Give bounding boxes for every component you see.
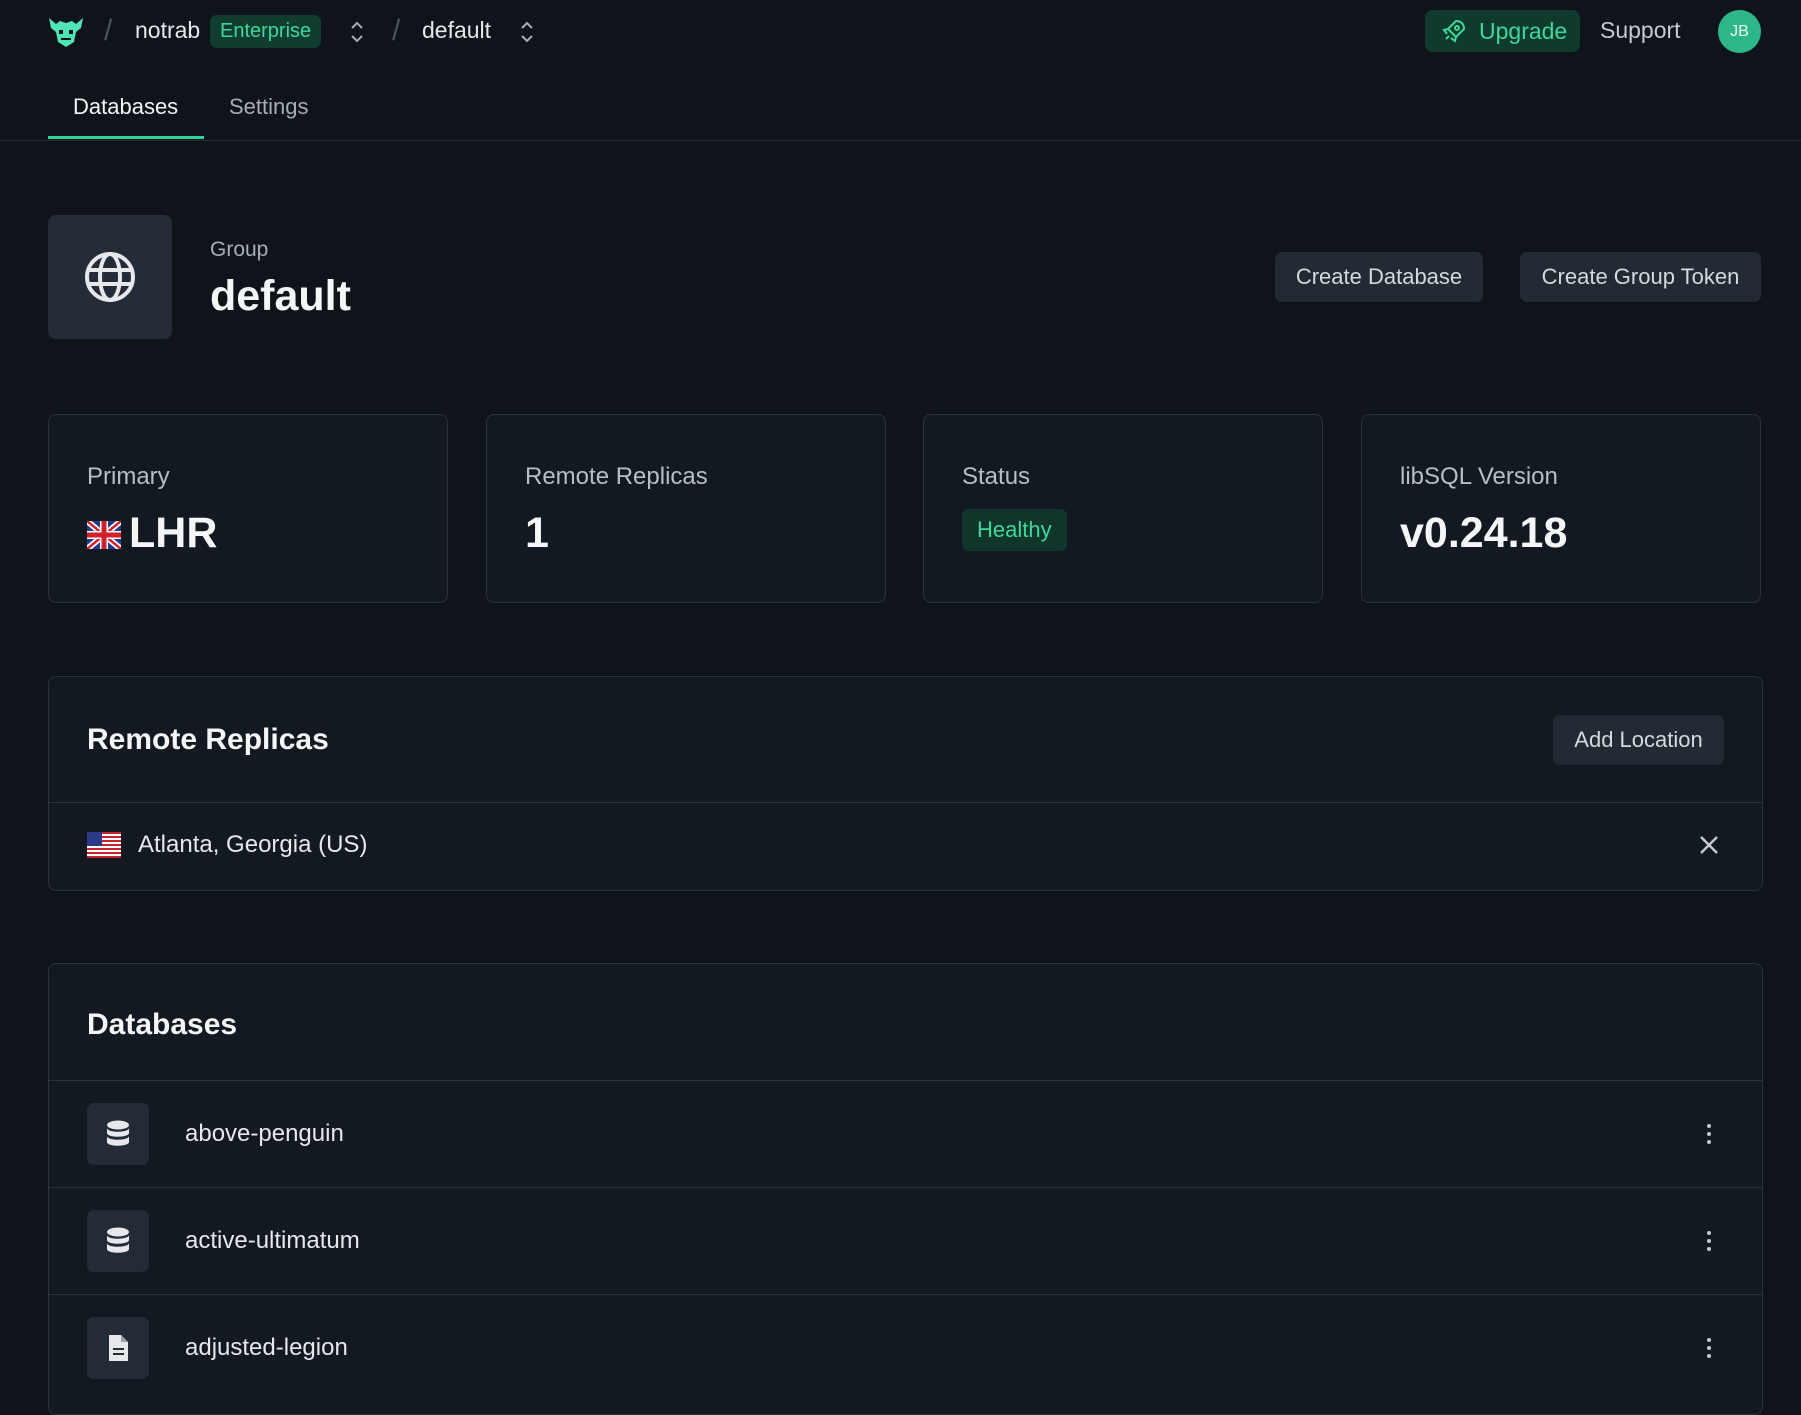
databases-panel: Databases above-penguin active-ultimatum xyxy=(48,963,1763,1415)
replicas-card: Remote Replicas 1 xyxy=(486,414,886,603)
group-switcher-chevron-icon[interactable] xyxy=(519,18,535,46)
database-icon xyxy=(107,1120,129,1146)
tab-databases[interactable]: Databases xyxy=(73,94,178,120)
version-label: libSQL Version xyxy=(1400,463,1558,490)
rocket-icon xyxy=(1442,19,1466,43)
us-flag-icon xyxy=(87,832,121,858)
database-icon xyxy=(107,1227,129,1253)
database-icon-box xyxy=(87,1103,149,1165)
status-card: Status Healthy xyxy=(923,414,1323,603)
uk-flag-icon xyxy=(87,521,121,549)
active-tab-indicator xyxy=(48,136,204,139)
remote-replicas-panel: Remote Replicas Add Location Atlanta, Ge… xyxy=(48,676,1763,891)
file-icon xyxy=(109,1335,128,1361)
database-icon-box xyxy=(87,1317,149,1379)
primary-value: LHR xyxy=(129,509,218,557)
database-name[interactable]: active-ultimatum xyxy=(185,1227,360,1255)
replica-location-label: Atlanta, Georgia (US) xyxy=(138,831,368,858)
create-database-button[interactable]: Create Database xyxy=(1275,252,1483,302)
replica-row: Atlanta, Georgia (US) xyxy=(49,803,1762,890)
group-breadcrumb[interactable]: default xyxy=(422,17,491,44)
turso-logo-icon[interactable] xyxy=(46,12,86,52)
status-badge: Healthy xyxy=(962,509,1067,551)
add-location-button[interactable]: Add Location xyxy=(1553,715,1724,765)
more-options-icon[interactable] xyxy=(1699,1119,1719,1149)
more-options-icon[interactable] xyxy=(1699,1333,1719,1363)
globe-icon xyxy=(85,252,135,302)
group-icon-box xyxy=(48,215,172,339)
database-name[interactable]: above-penguin xyxy=(185,1120,344,1148)
close-icon[interactable] xyxy=(1697,833,1721,857)
database-row[interactable]: adjusted-legion xyxy=(49,1294,1762,1402)
database-row[interactable]: active-ultimatum xyxy=(49,1187,1762,1295)
database-row[interactable]: above-penguin xyxy=(49,1080,1762,1188)
status-label: Status xyxy=(962,463,1031,490)
tab-bar: Databases Settings xyxy=(0,64,1801,141)
user-avatar[interactable]: JB xyxy=(1718,10,1761,53)
version-value: v0.24.18 xyxy=(1400,509,1568,557)
support-link[interactable]: Support xyxy=(1600,17,1681,44)
group-label: Group xyxy=(210,238,269,261)
upgrade-label: Upgrade xyxy=(1479,17,1568,44)
primary-card: Primary LHR xyxy=(48,414,448,603)
replicas-label: Remote Replicas xyxy=(525,463,708,490)
create-group-token-button[interactable]: Create Group Token xyxy=(1520,252,1761,302)
database-name[interactable]: adjusted-legion xyxy=(185,1334,348,1362)
page-title: default xyxy=(210,272,351,320)
tab-settings[interactable]: Settings xyxy=(229,94,309,120)
replicas-value: 1 xyxy=(525,509,549,557)
plan-badge: Enterprise xyxy=(210,15,322,48)
upgrade-button[interactable]: Upgrade xyxy=(1425,10,1580,52)
top-bar: / notrab Enterprise / default Upgrade Su… xyxy=(0,0,1801,64)
databases-title: Databases xyxy=(87,1008,238,1041)
breadcrumb-separator: / xyxy=(104,14,113,47)
remote-replicas-title: Remote Replicas xyxy=(87,723,329,756)
database-icon-box xyxy=(87,1210,149,1272)
org-name[interactable]: notrab xyxy=(135,17,200,44)
more-options-icon[interactable] xyxy=(1699,1226,1719,1256)
org-switcher-chevron-icon[interactable] xyxy=(349,18,365,46)
primary-label: Primary xyxy=(87,463,170,490)
breadcrumb-separator: / xyxy=(392,14,401,47)
version-card: libSQL Version v0.24.18 xyxy=(1361,414,1761,603)
